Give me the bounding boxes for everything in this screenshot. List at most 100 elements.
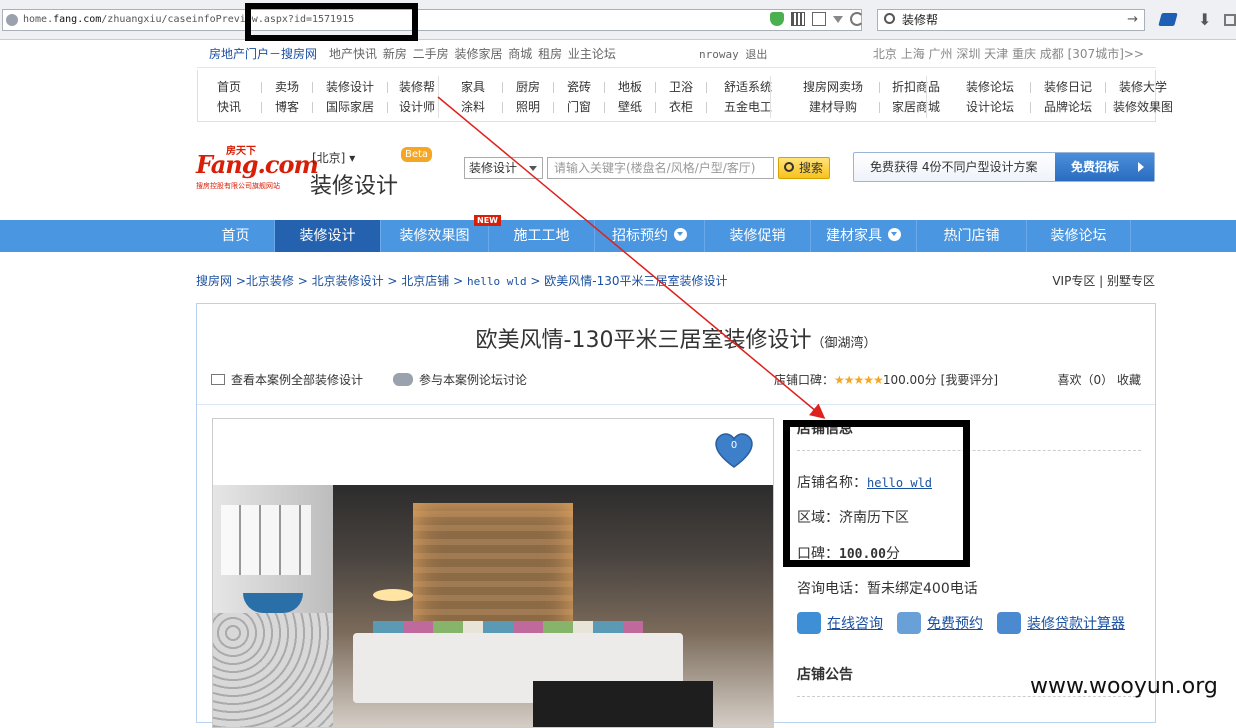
menu-item[interactable]: 瓷砖 — [555, 78, 603, 95]
portal-link[interactable]: 房地产门户－搜房网 — [209, 41, 317, 68]
separator — [1030, 82, 1031, 93]
menu-item[interactable]: 壁纸 — [606, 98, 654, 115]
user-area: nroway 退出 — [699, 41, 767, 68]
nav-tab[interactable]: 首页 — [197, 220, 275, 252]
vip-links[interactable]: VIP专区 | 别墅专区 — [1052, 272, 1155, 289]
heart-icon[interactable]: 0 — [715, 433, 753, 469]
online-consult-link[interactable]: 在线咨询 — [797, 612, 883, 634]
menu-item[interactable]: 搜房网卖场 — [788, 78, 878, 95]
city-links[interactable]: 北京 上海 广州 深圳 天津 重庆 成都 [307城市]>> — [873, 41, 1144, 68]
calculator-icon — [997, 612, 1021, 634]
case-panel: 欧美风情-130平米三居室装修设计（御湖湾） 查看本案例全部装修设计 参与本案例… — [196, 303, 1156, 728]
menu-item[interactable]: 厨房 — [504, 78, 552, 95]
nav-tab[interactable]: 装修促销 — [705, 220, 811, 252]
menu-item[interactable]: 首页 — [198, 78, 260, 95]
menu-item[interactable]: 装修帮 — [389, 78, 445, 95]
search-button[interactable]: 搜索 — [778, 157, 830, 179]
menu-item[interactable]: 门窗 — [555, 98, 603, 115]
city-selector[interactable]: [北京] ▾ — [312, 149, 355, 166]
nav-tab[interactable]: 装修论坛 — [1027, 220, 1131, 252]
image-icon — [211, 374, 225, 385]
channel-title: 装修设计 — [310, 174, 399, 199]
nav-tab[interactable]: 装修效果图 — [381, 220, 489, 252]
breadcrumb-home[interactable]: 搜房网 — [196, 274, 232, 288]
category-menu: 首页 卖场 装修设计 装修帮 家具 厨房 瓷砖 地板 卫浴 舒适系统 搜房网卖场 折扣商品 装修论坛 装修… — [197, 70, 1173, 122]
menu-item[interactable]: 装修日记 — [1032, 78, 1104, 95]
menu-item[interactable]: 快讯 — [198, 98, 260, 115]
separator — [1105, 102, 1106, 113]
view-all-link[interactable]: 查看本案例全部装修设计 — [211, 371, 363, 388]
fang-logo[interactable]: 房天下 Fang.com 搜房控股有限公司旗舰网站 — [196, 146, 319, 190]
discuss-link[interactable]: 参与本案例论坛讨论 — [393, 371, 527, 388]
menu-item[interactable]: 地板 — [606, 78, 654, 95]
free-bid-button[interactable]: 免费招标 — [1055, 153, 1154, 181]
nav-tab[interactable]: 建材家具 — [811, 220, 917, 252]
menu-item[interactable]: 建材导购 — [788, 98, 878, 115]
menu-item[interactable]: 装修效果图 — [1107, 98, 1179, 115]
separator — [706, 82, 707, 93]
menu-item[interactable]: 家具 — [445, 78, 501, 95]
menu-item[interactable]: 品牌论坛 — [1032, 98, 1104, 115]
loan-calculator-link[interactable]: 装修贷款计算器 — [997, 612, 1125, 634]
menu-item[interactable]: 卫浴 — [657, 78, 705, 95]
menu-item[interactable]: 五金电工 — [708, 98, 788, 115]
shop-rating: 店铺口碑：★★★★★100.00分 [我要评分] — [774, 373, 999, 387]
menu-item[interactable]: 装修设计 — [314, 78, 386, 95]
promo-banner[interactable]: 免费获得 4份不同户型设计方案 免费招标 — [853, 152, 1155, 182]
browser-search-input[interactable]: 装修帮 → — [877, 9, 1145, 31]
username[interactable]: nroway — [699, 48, 739, 61]
keyword-input[interactable]: 请输入关键字(楼盘名/风格/户型/客厅) — [547, 157, 774, 179]
address-bar[interactable]: home.fang.com/zhuangxiu/caseinfoPreview.… — [2, 9, 862, 31]
dropdown-arrow-icon[interactable] — [833, 16, 843, 23]
separator — [706, 102, 707, 113]
shield-icon[interactable] — [770, 12, 784, 26]
bookmark-icon[interactable] — [1158, 13, 1178, 26]
breadcrumb: 搜房网 >北京装修 > 北京装修设计 > 北京店铺 > hello wld > … — [196, 274, 728, 288]
shop-notice-heading: 店铺公告 — [797, 667, 853, 683]
nav-tab[interactable]: 招标预约 — [595, 220, 705, 252]
topnav-links[interactable]: 地产快讯 新房 二手房 装修家居 商城 租房 业主论坛 — [329, 41, 616, 68]
watermark: www.wooyun.org — [1030, 674, 1218, 699]
redaction-box-url — [245, 3, 418, 41]
breadcrumb-shop[interactable]: hello wld — [467, 275, 527, 288]
free-appointment-link[interactable]: 免费预约 — [897, 612, 983, 634]
separator — [604, 102, 605, 113]
like-button[interactable]: 喜欢（0） — [1058, 373, 1114, 387]
menu-item[interactable]: 装修论坛 — [951, 78, 1029, 95]
go-arrow-icon[interactable]: → — [1127, 10, 1138, 30]
star-rating: ★★★★★ — [834, 373, 884, 387]
separator — [312, 82, 313, 93]
menu-item[interactable]: 装修大学 — [1107, 78, 1179, 95]
menu-item[interactable]: 衣柜 — [657, 98, 705, 115]
breadcrumb-bj-decor[interactable]: >北京装修 — [236, 274, 294, 288]
menu-item[interactable]: 设计师 — [389, 98, 445, 115]
reload-icon[interactable] — [850, 12, 864, 26]
category-menu-row-1: 首页 卖场 装修设计 装修帮 家具 厨房 瓷砖 地板 卫浴 舒适系统 搜房网卖场 折扣商品 装修论坛 装修… — [198, 78, 1179, 98]
download-icon[interactable]: ⬇ — [1198, 10, 1211, 29]
menu-item[interactable]: 舒适系统 — [708, 78, 788, 95]
logout-link[interactable]: 退出 — [745, 48, 767, 61]
menu-item[interactable]: 家居商城 — [881, 98, 951, 115]
menu-item[interactable]: 涂料 — [445, 98, 501, 115]
breadcrumb-bj-shops[interactable]: 北京店铺 — [401, 274, 449, 288]
chat-icon — [393, 373, 413, 386]
favorite-button[interactable]: 收藏 — [1117, 373, 1141, 387]
menu-item[interactable]: 博客 — [263, 98, 311, 115]
separator — [387, 102, 388, 113]
shop-actions: 在线咨询 免费预约 装修贷款计算器 — [797, 612, 1125, 634]
breadcrumb-bj-design[interactable]: 北京装修设计 — [312, 274, 384, 288]
menu-item[interactable]: 卖场 — [263, 78, 311, 95]
menu-icon[interactable] — [1224, 14, 1236, 26]
qr-code-icon[interactable] — [791, 12, 805, 26]
case-photo[interactable]: 0 — [212, 418, 774, 728]
rate-link[interactable]: [我要评分] — [941, 373, 998, 387]
menu-item[interactable]: 折扣商品 — [881, 78, 951, 95]
nav-tab[interactable]: 热门店铺 — [917, 220, 1027, 252]
menu-item[interactable]: 照明 — [504, 98, 552, 115]
search-category-select[interactable]: 装修设计 — [464, 157, 543, 179]
reader-view-icon[interactable] — [812, 12, 826, 26]
nav-tab[interactable]: 装修设计 — [275, 220, 381, 252]
menu-item[interactable]: 国际家居 — [314, 98, 386, 115]
menu-item[interactable]: 设计论坛 — [951, 98, 1029, 115]
nav-tab[interactable]: 施工工地 — [489, 220, 595, 252]
